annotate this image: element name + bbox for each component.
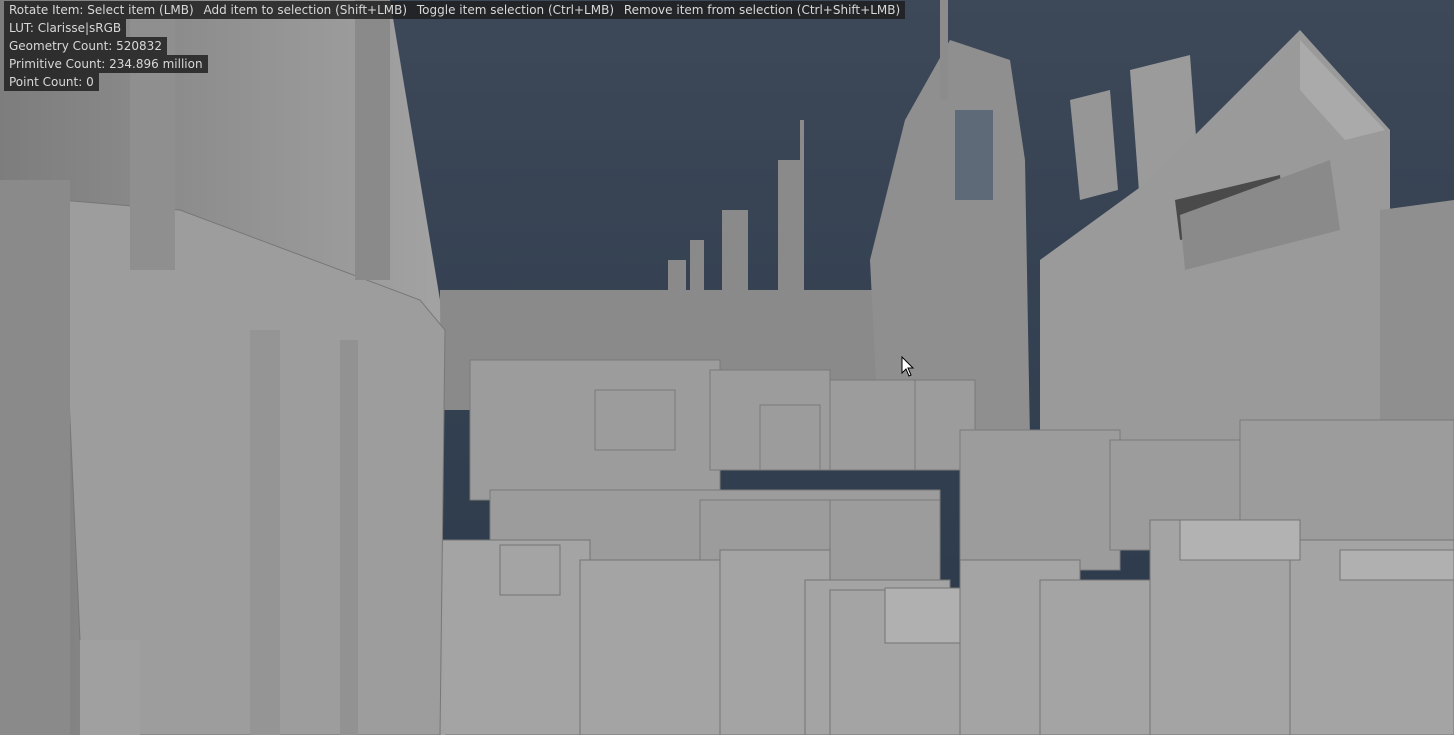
hud-lut-label: LUT: Clarisse|sRGB — [4, 19, 127, 37]
hud-tip-add-selection: Add item to selection (Shift+LMB) — [203, 3, 408, 17]
city-scene-render[interactable] — [0, 0, 1454, 735]
hud-tip-toggle-selection: Toggle item selection (Ctrl+LMB) — [416, 3, 615, 17]
hud-tip-remove-selection: Remove item from selection (Ctrl+Shift+L… — [623, 3, 901, 17]
mouse-pointer-icon — [901, 356, 915, 377]
hud-tool-tips: Rotate Item: Select item (LMB) Add item … — [4, 1, 906, 19]
hud-primitive-count: Primitive Count: 234.896 million — [4, 55, 208, 73]
3d-viewport[interactable]: Rotate Item: Select item (LMB) Add item … — [0, 0, 1454, 735]
left-tower — [0, 0, 446, 735]
hud-geometry-count: Geometry Count: 520832 — [4, 37, 167, 55]
hud-point-count: Point Count: 0 — [4, 73, 99, 91]
hud-tip-rotate-item: Rotate Item: Select item (LMB) — [9, 3, 194, 17]
